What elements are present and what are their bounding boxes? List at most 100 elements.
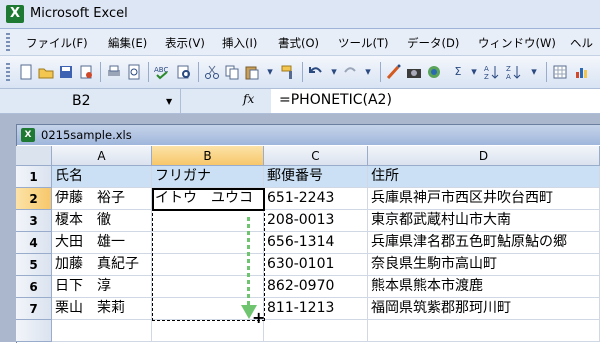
copy-icon[interactable] <box>224 64 240 80</box>
name-box[interactable]: B2 ▼ <box>0 89 181 113</box>
row-header-6[interactable]: 6 <box>16 276 52 298</box>
row-header-1[interactable]: 1 <box>16 166 52 188</box>
spelling-icon[interactable]: ABC <box>154 64 170 80</box>
paste-dropdown-icon[interactable]: ▾ <box>262 64 278 80</box>
excel-icon: X <box>6 5 24 23</box>
cell-c4[interactable]: 656-1314 <box>264 232 368 254</box>
name-box-dropdown-icon[interactable]: ▼ <box>166 97 172 106</box>
toolbar-separator <box>380 62 381 82</box>
cell-a8[interactable] <box>52 320 152 342</box>
cell-d2[interactable]: 兵庫県神戸市西区井吹台西町 <box>368 188 600 210</box>
menu-grip[interactable] <box>6 33 10 51</box>
column-header-c[interactable]: C <box>264 146 368 166</box>
svg-text:Z: Z <box>506 65 511 73</box>
cell-b2[interactable]: イトウ ユウコ <box>152 188 264 210</box>
fill-handle-cursor-icon: + <box>252 308 266 327</box>
menu-tools[interactable]: ツール(T) <box>338 35 389 51</box>
sort-descending-icon[interactable]: ZA <box>506 64 522 81</box>
select-all-corner[interactable] <box>16 146 52 166</box>
toolbar-grip[interactable] <box>6 63 10 81</box>
cell-c2[interactable]: 651-2243 <box>264 188 368 210</box>
save-icon[interactable] <box>58 64 74 80</box>
cell-c5[interactable]: 630-0101 <box>264 254 368 276</box>
row-header-2[interactable]: 2 <box>16 188 52 210</box>
research-icon[interactable] <box>176 64 192 80</box>
svg-text:A: A <box>484 65 489 73</box>
cell-c7[interactable]: 811-1213 <box>264 298 368 320</box>
standard-toolbar: ABC ▾ ▾ ▾ Σ ▾ AZ ZA ▾ <box>0 56 600 89</box>
svg-text:Z: Z <box>484 73 489 80</box>
cell-d7[interactable]: 福岡県筑紫郡那珂川町 <box>368 298 600 320</box>
cell-b1[interactable]: フリガナ <box>152 166 264 188</box>
cell-c8[interactable] <box>264 320 368 342</box>
cell-d3[interactable]: 東京都武蔵村山市大南 <box>368 210 600 232</box>
menu-insert[interactable]: 挿入(I) <box>222 35 257 51</box>
menu-help[interactable]: ヘル <box>570 35 593 51</box>
chart-wizard-icon[interactable] <box>574 64 590 80</box>
redo-dropdown-icon[interactable]: ▾ <box>360 64 376 80</box>
undo-icon[interactable] <box>308 64 324 80</box>
permission-icon[interactable] <box>78 64 94 80</box>
cell-d6[interactable]: 熊本県熊本市渡鹿 <box>368 276 600 298</box>
cell-a2[interactable]: 伊藤 裕子 <box>52 188 152 210</box>
fx-area <box>181 89 271 113</box>
open-icon[interactable] <box>38 64 54 80</box>
menu-format[interactable]: 書式(O) <box>278 35 319 51</box>
menu-view[interactable]: 表示(V) <box>165 35 205 51</box>
cell-d8[interactable] <box>368 320 600 342</box>
paste-icon[interactable] <box>244 64 260 80</box>
formula-bar: B2 ▼ fx =PHONETIC(A2) <box>0 89 600 114</box>
redo-icon[interactable] <box>342 64 358 80</box>
toolbar-separator <box>198 62 199 82</box>
row-header-3[interactable]: 3 <box>16 210 52 232</box>
cell-d1[interactable]: 住所 <box>368 166 600 188</box>
workbook-title-bar[interactable]: X 0215sample.xls <box>17 125 600 145</box>
svg-text:A: A <box>506 73 511 80</box>
camera-icon[interactable] <box>406 64 422 80</box>
column-header-b[interactable]: B <box>152 146 264 166</box>
menu-window[interactable]: ウィンドウ(W) <box>478 35 556 51</box>
sigma-icon[interactable]: Σ <box>450 64 466 80</box>
toolbar-separator <box>302 62 303 82</box>
print-icon[interactable] <box>106 64 122 80</box>
app-title: Microsoft Excel <box>30 6 128 21</box>
cell-a3[interactable]: 榎本 徹 <box>52 210 152 232</box>
menu-file[interactable]: ファイル(F) <box>26 35 88 51</box>
print-preview-icon[interactable] <box>126 64 142 80</box>
cell-d4[interactable]: 兵庫県津名郡五色町鮎原鮎の郷 <box>368 232 600 254</box>
cut-icon[interactable] <box>204 64 220 80</box>
chart-icon[interactable] <box>552 64 568 80</box>
menu-edit[interactable]: 編集(E) <box>108 35 147 51</box>
sort-ascending-icon[interactable]: AZ <box>484 64 500 81</box>
cell-c3[interactable]: 208-0013 <box>264 210 368 232</box>
drawing-icon[interactable] <box>386 64 402 80</box>
cell-a7[interactable]: 栗山 茉莉 <box>52 298 152 320</box>
row-header-8[interactable] <box>16 320 52 342</box>
undo-dropdown-icon[interactable]: ▾ <box>326 64 342 80</box>
cell-c6[interactable]: 862-0970 <box>264 276 368 298</box>
formula-input[interactable]: =PHONETIC(A2) <box>279 92 392 108</box>
cell-c1[interactable]: 郵便番号 <box>264 166 368 188</box>
cell-d5[interactable]: 奈良県生駒市高山町 <box>368 254 600 276</box>
column-header-d[interactable]: D <box>368 146 600 166</box>
new-icon[interactable] <box>18 64 34 80</box>
cell-a1[interactable]: 氏名 <box>52 166 152 188</box>
row-header-5[interactable]: 5 <box>16 254 52 276</box>
menu-data[interactable]: データ(D) <box>407 35 459 51</box>
name-box-value[interactable]: B2 <box>72 93 91 109</box>
column-header-a[interactable]: A <box>52 146 152 166</box>
cell-a4[interactable]: 大田 雄一 <box>52 232 152 254</box>
sort-dropdown-icon[interactable]: ▾ <box>526 64 542 80</box>
fill-drag-line <box>247 217 250 307</box>
autosum-dropdown-icon[interactable]: ▾ <box>466 64 482 80</box>
row-header-7[interactable]: 7 <box>16 298 52 320</box>
cell-a5[interactable]: 加藤 真紀子 <box>52 254 152 276</box>
menu-bar: ファイル(F) 編集(E) 表示(V) 挿入(I) 書式(O) ツール(T) デ… <box>0 29 600 56</box>
toolbar-separator <box>100 62 101 82</box>
hyperlink-icon[interactable] <box>426 64 442 80</box>
cell-a6[interactable]: 日下 淳 <box>52 276 152 298</box>
cell-b8[interactable] <box>152 320 264 342</box>
row-header-4[interactable]: 4 <box>16 232 52 254</box>
format-painter-icon[interactable] <box>280 64 296 80</box>
insert-function-icon[interactable]: fx <box>243 92 254 106</box>
